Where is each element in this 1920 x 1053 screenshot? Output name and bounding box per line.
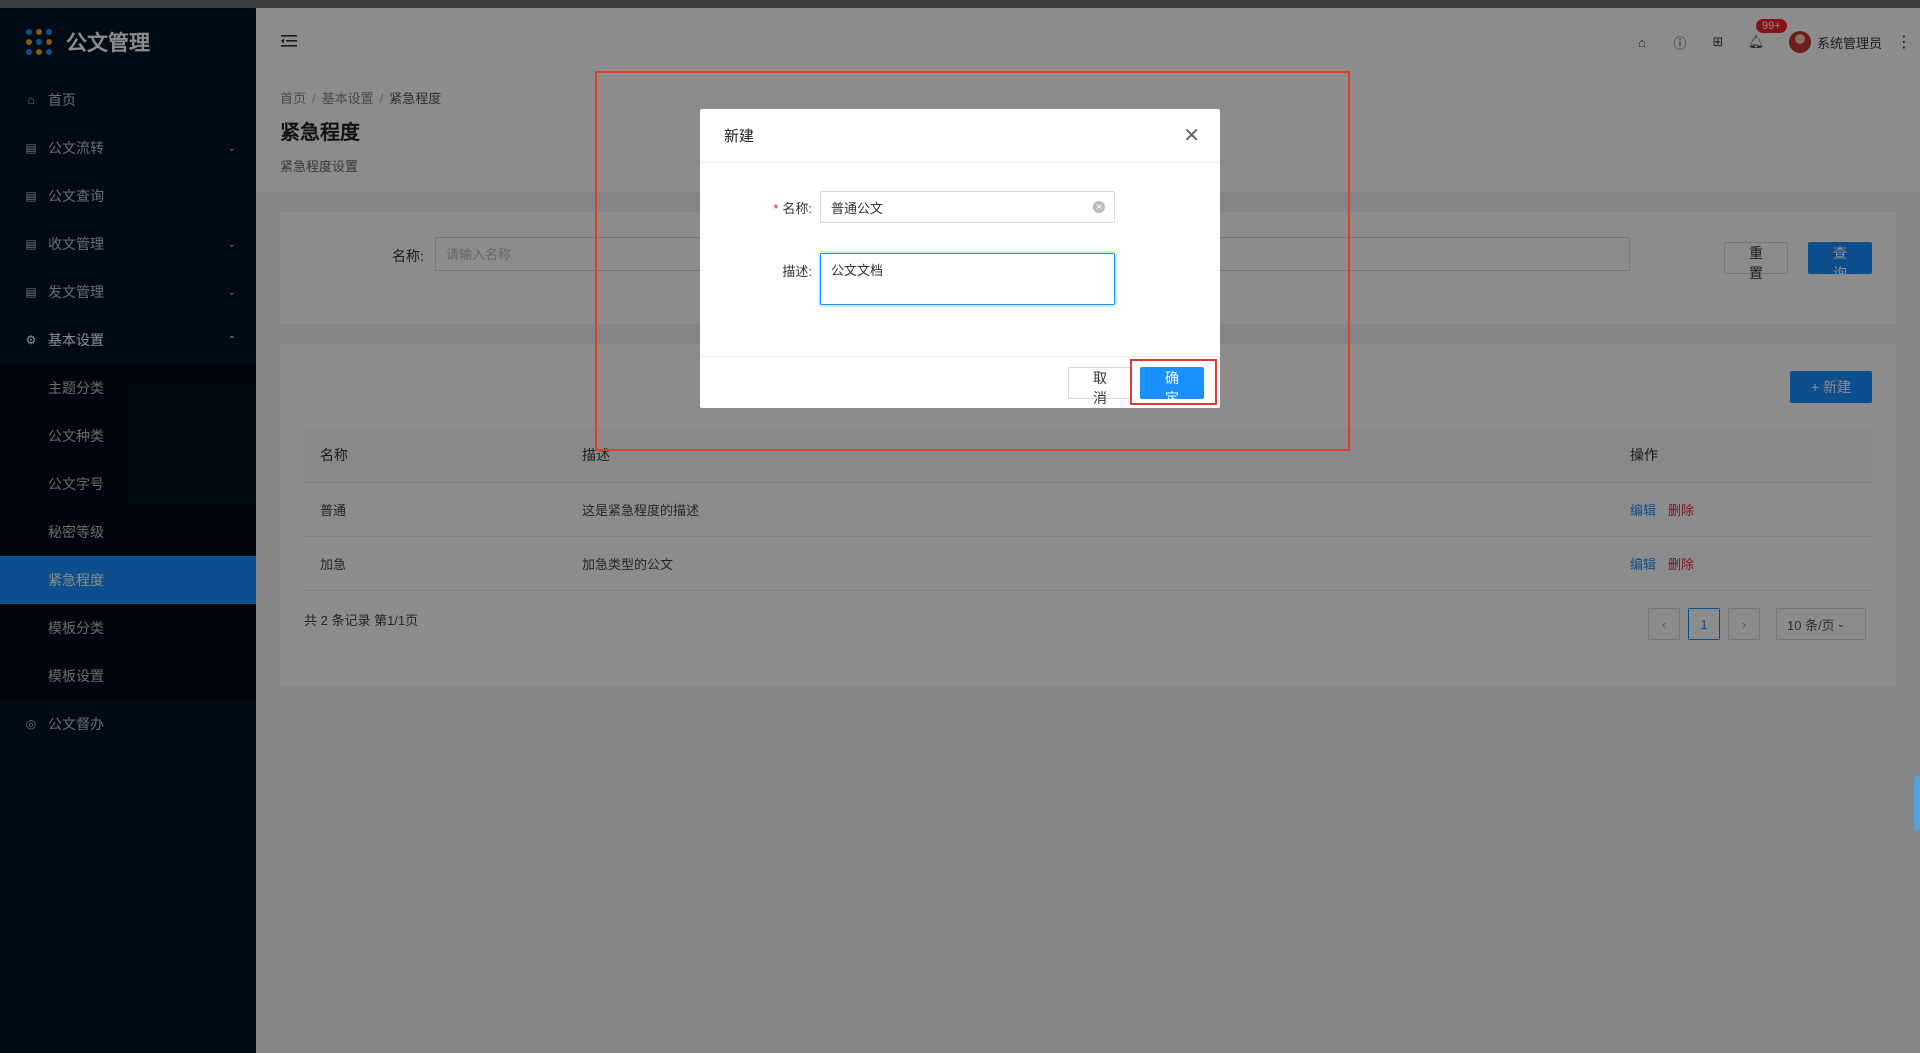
- cancel-button[interactable]: 取 消: [1068, 367, 1132, 406]
- new-urgency-modal: 新建 ✕ *名称: ✕ 描述: 公文文档 取 消 确 定: [700, 109, 1220, 408]
- name-input-wrapper: ✕: [820, 191, 1115, 223]
- description-field-label: 描述:: [782, 264, 812, 279]
- modal-title: 新建: [700, 109, 1220, 163]
- clear-circle-icon[interactable]: ✕: [1093, 201, 1105, 213]
- top-strip: [0, 0, 1920, 8]
- modal-footer: 取 消 确 定: [700, 356, 1220, 408]
- scrollbar-thumb[interactable]: [1914, 775, 1920, 831]
- confirm-button[interactable]: 确 定: [1140, 367, 1204, 406]
- close-icon[interactable]: ✕: [1183, 126, 1200, 146]
- description-field[interactable]: 公文文档: [820, 253, 1115, 305]
- name-field[interactable]: [820, 191, 1115, 223]
- form-row-description: 描述: 公文文档: [700, 253, 1115, 305]
- name-field-label: * 名称:: [700, 198, 820, 217]
- name-label-text: 名称:: [782, 200, 812, 216]
- form-row-name: *名称: ✕: [700, 191, 1115, 223]
- required-asterisk: *: [773, 200, 779, 216]
